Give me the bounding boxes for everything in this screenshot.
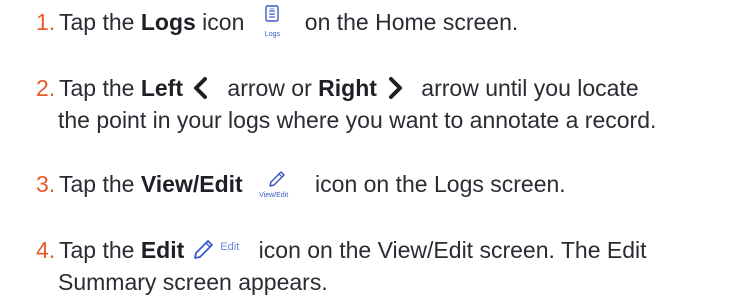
view-edit-icon-label: View/Edit [259, 191, 289, 199]
left-label: Left [140, 75, 184, 101]
logs-label: Logs [140, 9, 196, 35]
step-text: Tap the [59, 75, 141, 101]
right-label: Right [318, 75, 377, 101]
step-text: icon [195, 9, 245, 35]
chevron-left-icon [191, 76, 211, 100]
step-text: on the Home screen. [298, 9, 519, 35]
step-text: arrow until you locate [414, 75, 639, 101]
step-line: 2. Tap the Left arrow or Right arrow unti… [36, 72, 726, 104]
step-text: icon on the Logs screen. [308, 171, 566, 197]
step-text: arrow or [221, 75, 319, 101]
step-text: icon on the View/Edit screen. The Edit [252, 237, 647, 263]
step-text: Tap the [59, 237, 141, 263]
step-1: 1. Tap the Logs icon Logs on the Home scr… [36, 4, 726, 38]
logs-icon-label: Logs [264, 30, 280, 38]
step-text: Tap the [59, 171, 141, 197]
edit-label: Edit [140, 237, 185, 263]
chevron-right-icon [385, 76, 405, 100]
pencil-icon: View/Edit [249, 166, 299, 200]
step-text-line2: the point in your logs where you want to… [58, 107, 657, 133]
edit-icon-label: Edit [220, 241, 240, 254]
step-3: 3. Tap the View/Edit View/Edit icon on th… [36, 168, 726, 200]
step-2: 2. Tap the Left arrow or Right arrow unti… [36, 72, 726, 136]
step-text: Tap the [59, 9, 141, 35]
step-number: 2. [36, 75, 56, 101]
step-line: 4. Tap the Edit Edit icon on the View/Edi… [36, 234, 726, 266]
step-4: 4. Tap the Edit Edit icon on the View/Edi… [36, 234, 726, 298]
step-text-line2: Summary screen appears. [58, 269, 328, 295]
step-number: 1. [36, 9, 56, 35]
view-edit-label: View/Edit [140, 171, 243, 197]
step-number: 3. [36, 171, 56, 197]
step-number: 4. [36, 237, 56, 263]
pencil-icon: Edit [190, 236, 248, 262]
logs-icon: Logs [252, 4, 292, 38]
